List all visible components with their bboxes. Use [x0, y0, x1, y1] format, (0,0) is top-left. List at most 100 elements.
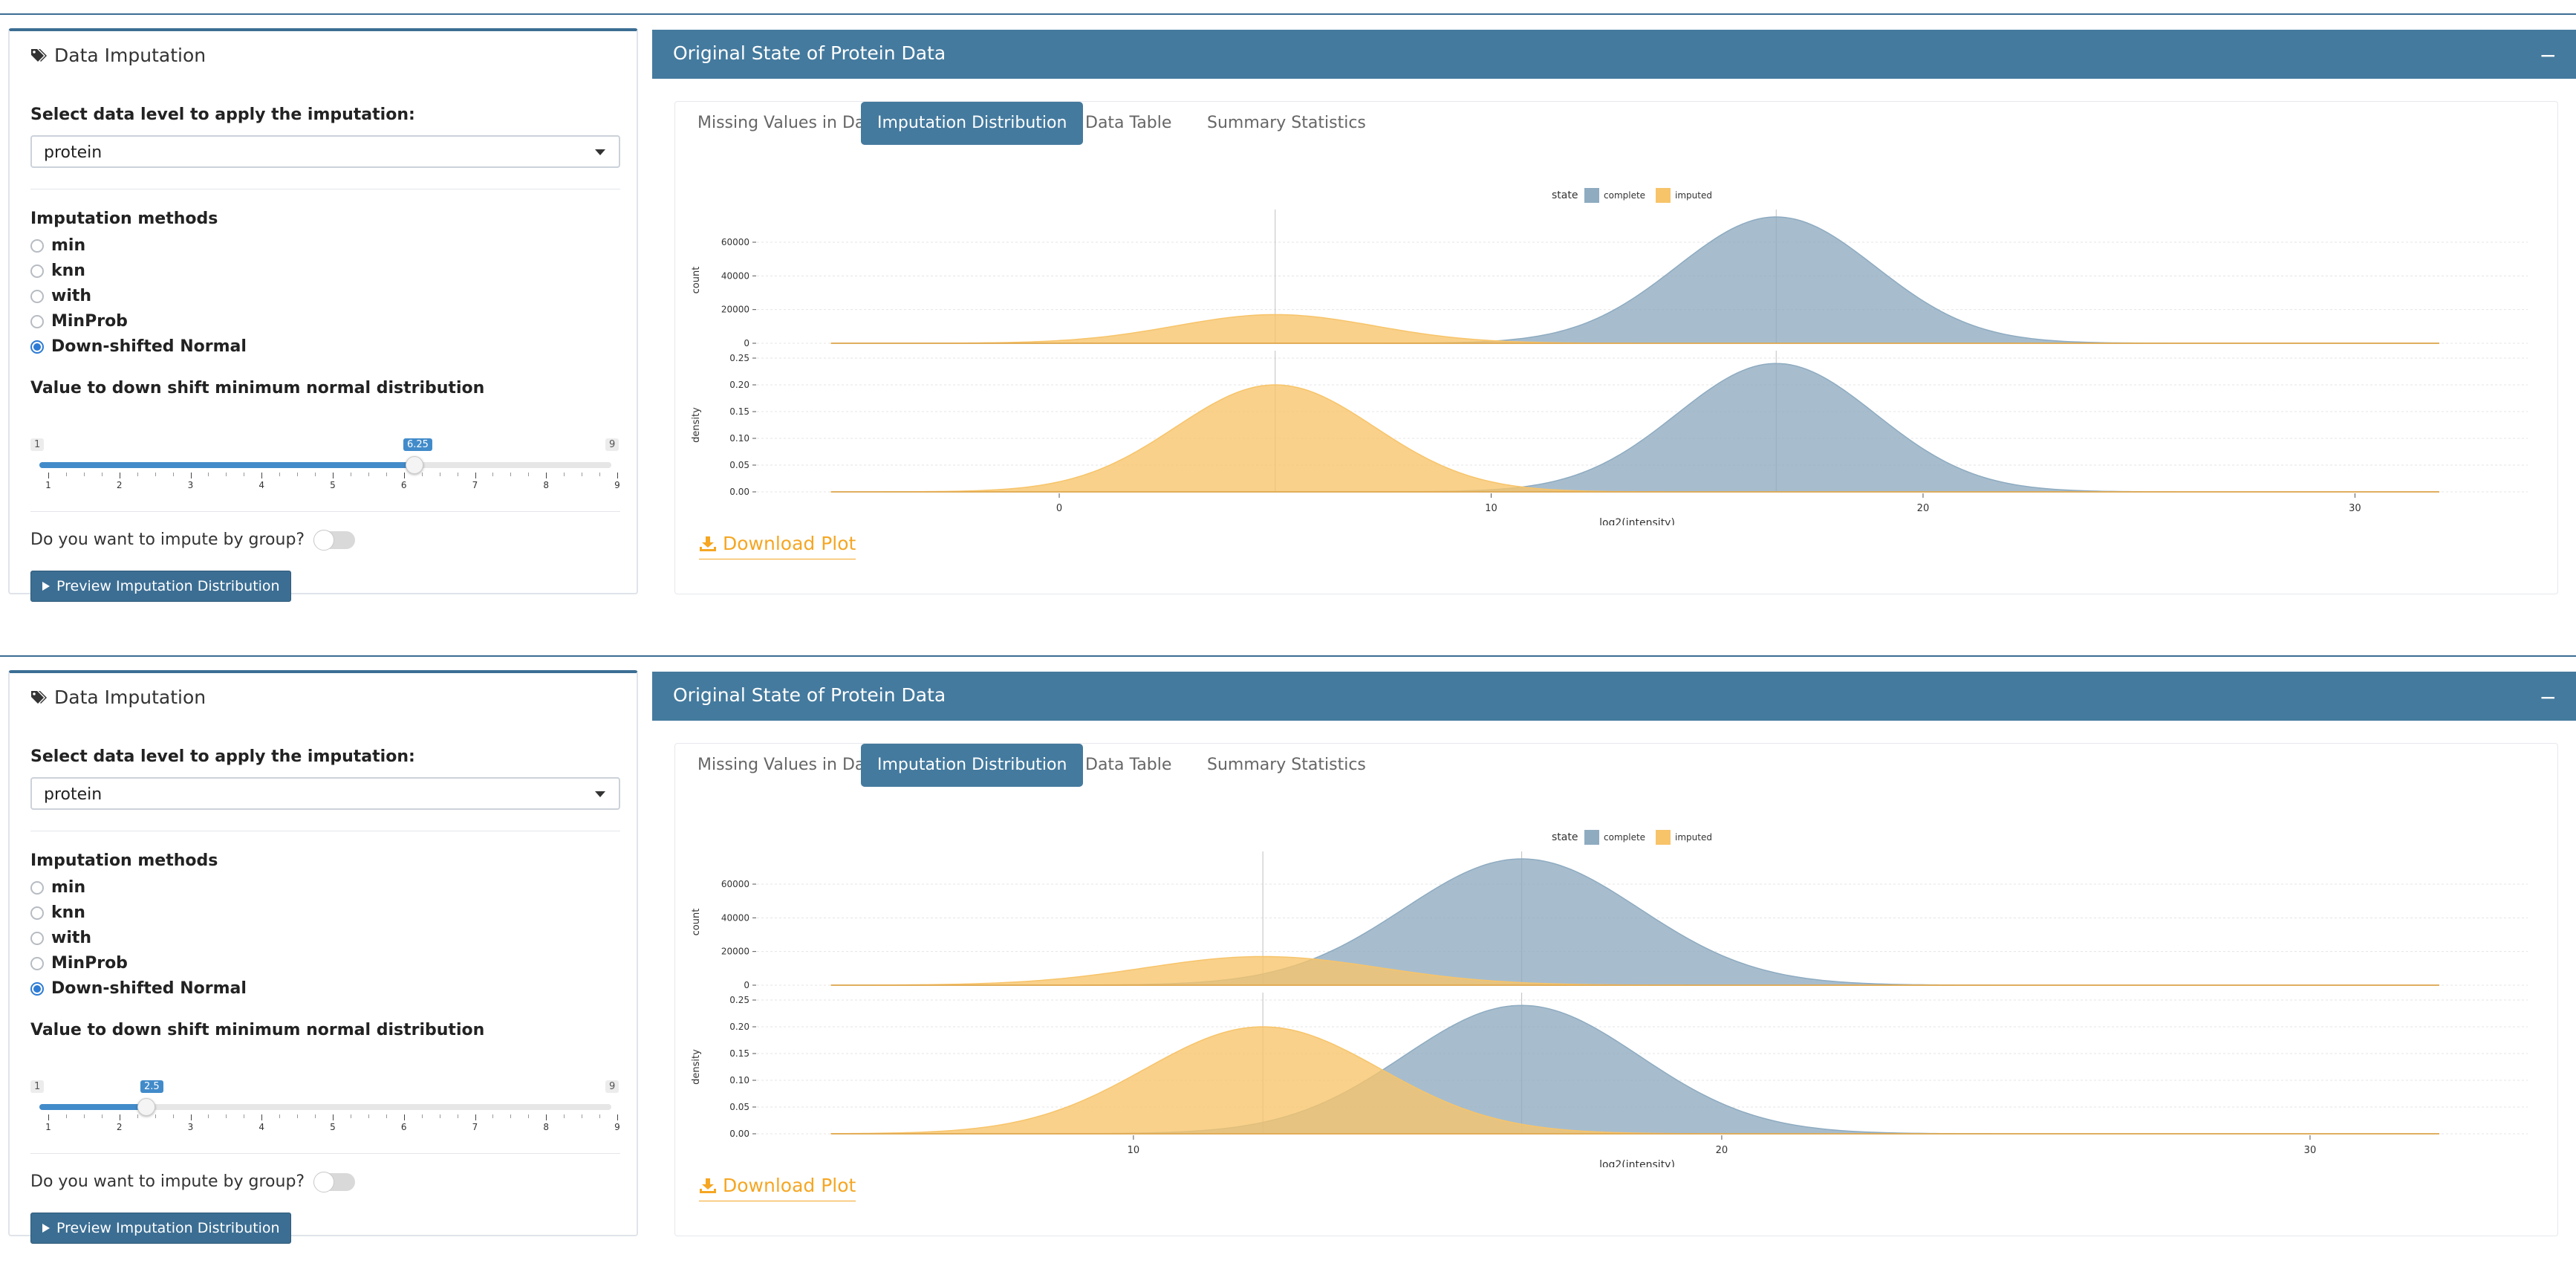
slider-minor-tick [564, 1114, 565, 1118]
radio-min[interactable]: min [30, 878, 85, 897]
x-tick-label: 30 [2349, 503, 2361, 514]
play-icon [42, 1224, 50, 1233]
radio-button[interactable] [30, 289, 44, 303]
radio-min[interactable]: min [30, 236, 85, 255]
imputation-distribution-chart: state complete imputed 0 20000 40000 60000 coun… [691, 830, 2528, 1167]
group-toggle[interactable] [313, 529, 356, 551]
slider-tick [546, 473, 547, 478]
radio-label: Down-shifted Normal [51, 337, 247, 356]
radio-minprob[interactable]: MinProb [30, 312, 128, 331]
slider-tick-label: 8 [543, 1122, 550, 1132]
group-toggle[interactable] [313, 1171, 356, 1192]
download-plot-label: Download Plot [723, 1175, 856, 1196]
y-tick-label: 0.25 [729, 353, 749, 363]
slider-tick [48, 1114, 49, 1120]
slider-tick-label: 1 [45, 1122, 51, 1132]
slider-tick-label: 6 [400, 480, 407, 490]
y-tick-label: 0 [744, 338, 749, 348]
slider-minor-tick [315, 473, 316, 476]
sidebar-title-text: Data Imputation [54, 45, 206, 66]
y-tick-label: 20000 [721, 305, 749, 315]
slider-tick-label: 6 [400, 1122, 407, 1132]
slider-tick-label: 5 [330, 480, 336, 490]
slider-minor-tick [386, 1114, 387, 1118]
group-toggle-row: Do you want to impute by group? [30, 1171, 356, 1192]
data-level-select[interactable]: protein [30, 135, 620, 168]
slider-tick [475, 1114, 476, 1120]
slider-minor-tick [137, 473, 138, 476]
downshift-slider[interactable]: 1 9 2.5 1 2 3 4 5 6 7 8 9 [30, 1080, 625, 1132]
slider-max: 9 [605, 1080, 619, 1093]
radio-label: knn [51, 903, 85, 922]
tab-panel: Missing Values in Data Imputation Distri… [674, 743, 2558, 1236]
downshift-slider[interactable]: 1 9 6.25 1 2 3 4 5 6 7 8 9 [30, 438, 625, 490]
slider-tick [333, 473, 334, 478]
preview-button-label: Preview Imputation Distribution [56, 1220, 280, 1236]
radio-button[interactable] [30, 931, 44, 945]
slider-min: 1 [30, 1080, 45, 1093]
slider-tick-label: 7 [472, 1122, 478, 1132]
tags-icon [31, 690, 47, 704]
radio-label: with [51, 287, 92, 305]
methods-label: Imputation methods [30, 851, 218, 870]
y-tick-label: 0.15 [729, 406, 749, 417]
y-axis-label: count [691, 909, 702, 936]
slider-minor-tick [297, 473, 299, 476]
radio-button[interactable] [30, 238, 44, 253]
radio-down-shifted-normal[interactable]: Down-shifted Normal [30, 979, 247, 998]
data-level-select[interactable]: protein [30, 777, 620, 810]
radio-knn[interactable]: knn [30, 262, 85, 280]
legend-label-complete: complete [1604, 832, 1645, 843]
slider-minor-tick [492, 1114, 494, 1118]
y-tick-label: 0 [744, 980, 749, 990]
y-tick-label: 40000 [721, 270, 749, 281]
collapse-button[interactable]: − [2540, 685, 2557, 710]
slider-tick [190, 1114, 192, 1120]
slider-tick [261, 473, 263, 478]
slider-minor-tick [315, 1114, 316, 1118]
y-tick-label: 0.10 [729, 433, 749, 444]
preview-imputation-button[interactable]: Preview Imputation Distribution [30, 571, 291, 602]
radio-label: Down-shifted Normal [51, 979, 247, 998]
x-tick-label: 10 [1485, 503, 1497, 514]
top-divider [0, 13, 2576, 15]
main-box: Original State of Protein Data − Missing… [652, 672, 2576, 1236]
radio-minprob[interactable]: MinProb [30, 954, 128, 973]
sidebar-title-text: Data Imputation [54, 687, 206, 708]
y-tick-label: 0.20 [729, 1022, 749, 1032]
slider-minor-tick [65, 1114, 67, 1118]
download-plot-link[interactable]: Download Plot [699, 533, 856, 559]
slider-minor-tick [528, 473, 530, 476]
slider-minor-tick [65, 473, 67, 476]
radio-knn[interactable]: knn [30, 903, 85, 922]
download-plot-link[interactable]: Download Plot [699, 1175, 856, 1201]
radio-button-checked[interactable] [30, 340, 44, 354]
radio-with[interactable]: with [30, 929, 91, 947]
slider-handle[interactable] [137, 1098, 155, 1116]
slider-tick-label: 3 [187, 1122, 194, 1132]
radio-button[interactable] [30, 906, 44, 920]
play-icon [42, 582, 50, 591]
radio-button[interactable] [30, 264, 44, 278]
density-area-complete [831, 858, 2439, 986]
slider-tick [261, 1114, 263, 1120]
radio-button-checked[interactable] [30, 981, 44, 996]
slider-handle[interactable] [406, 456, 423, 474]
radio-button[interactable] [30, 880, 44, 895]
y-axis-label: density [691, 407, 702, 443]
preview-imputation-button[interactable]: Preview Imputation Distribution [30, 1213, 291, 1244]
slider-fill [39, 1104, 146, 1110]
data-level-value: protein [44, 143, 103, 162]
radio-button[interactable] [30, 956, 44, 970]
radio-button[interactable] [30, 314, 44, 328]
radio-with[interactable]: with [30, 287, 91, 305]
collapse-button[interactable]: − [2540, 43, 2557, 68]
top-divider [0, 655, 2576, 657]
caret-down-icon [595, 791, 605, 797]
radio-label: min [51, 236, 86, 255]
slider-label: Value to down shift minimum normal distr… [30, 379, 485, 397]
radio-down-shifted-normal[interactable]: Down-shifted Normal [30, 337, 247, 356]
slider-tick-label: 5 [330, 1122, 336, 1132]
slider-tick [475, 473, 476, 478]
slider-minor-tick [155, 1114, 156, 1118]
